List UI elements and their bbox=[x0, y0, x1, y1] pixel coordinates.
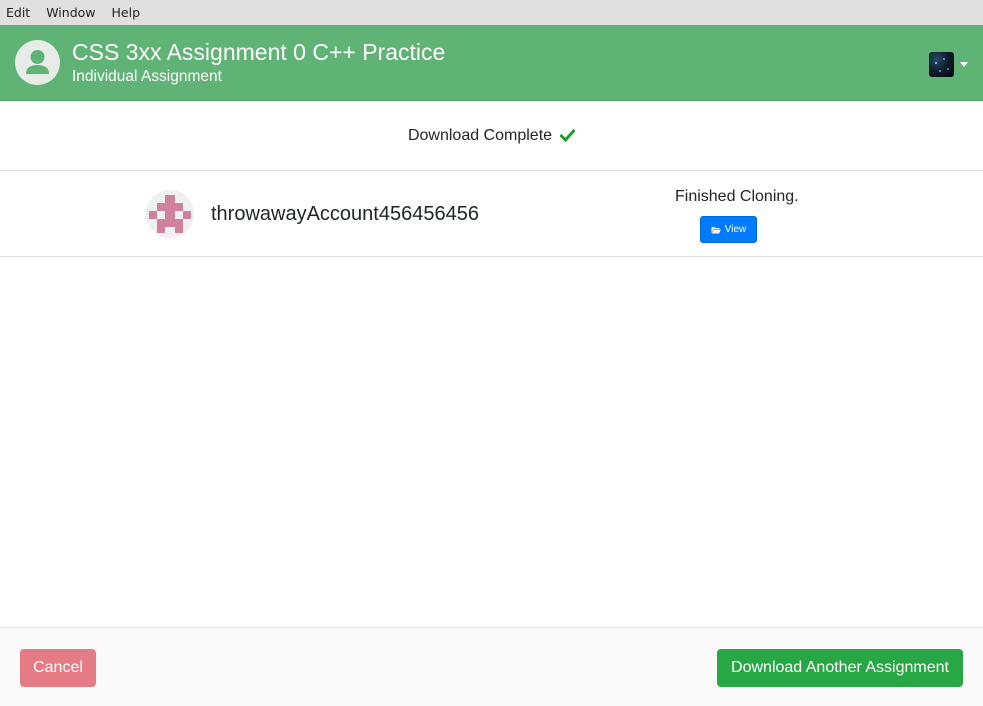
download-status: Download Complete bbox=[0, 101, 983, 171]
clone-status-text: Finished Cloning. bbox=[675, 188, 799, 205]
assignment-avatar bbox=[15, 40, 60, 85]
menu-item-help[interactable]: Help bbox=[112, 5, 141, 20]
account-menu[interactable] bbox=[929, 52, 968, 77]
menu-bar: Edit Window Help bbox=[0, 0, 983, 25]
github-identicon bbox=[146, 190, 194, 238]
account-avatar bbox=[929, 52, 954, 77]
menu-item-edit[interactable]: Edit bbox=[6, 5, 30, 20]
view-repository-button[interactable]: View bbox=[700, 216, 757, 243]
student-username: throwawayAccount456456456 bbox=[211, 203, 479, 225]
view-button-label: View bbox=[724, 224, 747, 235]
folder-open-icon bbox=[711, 226, 721, 234]
menu-item-window[interactable]: Window bbox=[46, 5, 95, 20]
assignment-title: CSS 3xx Assignment 0 C++ Practice bbox=[72, 39, 446, 65]
caret-down-icon bbox=[960, 62, 968, 67]
assignment-type: Individual Assignment bbox=[72, 68, 222, 85]
download-status-text: Download Complete bbox=[407, 126, 553, 144]
user-icon bbox=[26, 50, 49, 74]
student-result-row: throwawayAccount456456456 Finished Cloni… bbox=[0, 171, 983, 257]
assignment-header: CSS 3xx Assignment 0 C++ Practice Indivi… bbox=[0, 25, 983, 101]
footer-actions: Cancel Download Another Assignment bbox=[0, 627, 983, 706]
check-icon bbox=[560, 129, 576, 142]
cancel-button[interactable]: Cancel bbox=[20, 649, 96, 687]
download-another-assignment-button[interactable]: Download Another Assignment bbox=[717, 649, 963, 687]
